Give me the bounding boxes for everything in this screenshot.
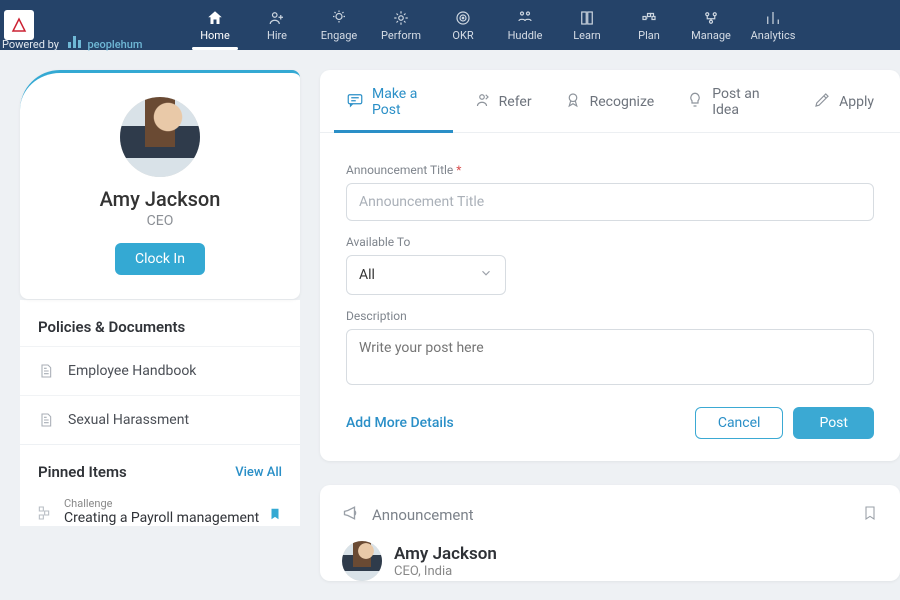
tab-recognize[interactable]: Recognize [548,70,671,132]
manage-icon [702,9,720,27]
announcement-heading: Announcement [372,506,474,524]
nav-home[interactable]: Home [184,0,246,50]
add-more-details-link[interactable]: Add More Details [346,415,454,431]
plan-icon [640,9,658,27]
tab-refer[interactable]: Refer [457,70,548,132]
policies-heading: Policies & Documents [20,300,300,346]
recognize-icon [564,91,582,113]
analytics-icon [764,9,782,27]
author-subtitle: CEO, India [394,564,497,579]
view-all-link[interactable]: View All [235,465,282,480]
top-nav: Powered by peoplehum Home Hire Engage [0,0,900,50]
apply-icon [813,91,831,113]
document-icon [38,361,54,381]
required-indicator: * [456,163,461,177]
nav-label: OKR [452,29,473,42]
nav-perform[interactable]: Perform [370,0,432,50]
powered-by: Powered by peoplehum [2,36,142,51]
tab-label: Refer [499,94,532,110]
description-textarea[interactable] [346,329,874,385]
available-label: Available To [346,235,874,249]
nav-label: Learn [573,29,601,42]
tab-label: Post an Idea [712,86,781,118]
pinned-title: Creating a Payroll management [64,510,282,526]
policy-label: Employee Handbook [68,363,196,379]
policy-label: Sexual Harassment [68,412,189,428]
announcement-title-input[interactable] [346,183,874,221]
nav-label: Analytics [751,29,796,42]
description-label: Description [346,309,874,323]
tab-label: Make a Post [372,86,441,118]
nav-items: Home Hire Engage Perform OKR [184,0,804,50]
engage-icon [330,9,348,27]
nav-huddle[interactable]: Huddle [494,0,556,50]
clock-in-button[interactable]: Clock In [115,243,205,275]
tab-label: Recognize [590,94,655,110]
nav-learn[interactable]: Learn [556,0,618,50]
peoplehum-logo-icon [68,36,81,48]
huddle-icon [516,9,534,27]
powered-by-prefix: Powered by [2,38,59,51]
author-name: Amy Jackson [394,544,497,564]
nav-label: Home [200,29,230,42]
announcement-card: Announcement Amy Jackson CEO, India [320,485,900,581]
chevron-down-icon [479,266,493,284]
bookmark-icon[interactable] [268,505,282,527]
profile-card: Amy Jackson CEO Clock In [20,70,300,299]
nav-manage[interactable]: Manage [680,0,742,50]
refer-icon [473,91,491,113]
tab-label: Apply [839,94,874,110]
post-button[interactable]: Post [793,407,874,439]
announcement-author: Amy Jackson CEO, India [342,541,878,581]
profile-role: CEO [36,213,284,229]
pinned-heading: Pinned Items [38,463,127,481]
post-tabs: Make a Post Refer Recognize Post an Idea… [320,70,900,133]
okr-icon [454,9,472,27]
pinned-type: Challenge [64,497,282,510]
post-card: Make a Post Refer Recognize Post an Idea… [320,70,900,461]
tab-make-post[interactable]: Make a Post [330,70,457,132]
post-form: Announcement Title * Available To All De… [320,133,900,461]
document-icon [38,410,54,430]
post-icon [346,91,364,113]
nav-label: Perform [381,29,421,42]
learn-icon [578,9,596,27]
nav-label: Plan [638,29,660,42]
policy-item[interactable]: Employee Handbook [20,346,300,395]
nav-plan[interactable]: Plan [618,0,680,50]
nav-okr[interactable]: OKR [432,0,494,50]
powered-by-brand: peoplehum [87,38,142,51]
megaphone-icon [342,503,362,527]
nav-engage[interactable]: Engage [308,0,370,50]
challenge-icon [36,505,52,525]
nav-analytics[interactable]: Analytics [742,0,804,50]
avatar [120,97,200,177]
tab-apply[interactable]: Apply [797,70,890,132]
select-value: All [359,267,375,283]
title-label: Announcement Title * [346,163,874,177]
nav-label: Engage [321,29,358,42]
profile-name: Amy Jackson [36,187,284,211]
author-avatar [342,541,382,581]
hire-icon [268,9,286,27]
nav-label: Huddle [508,29,543,42]
idea-icon [686,91,704,113]
perform-icon [392,9,410,27]
nav-label: Hire [267,29,287,42]
pinned-section: Pinned Items View All Challenge Creating… [20,444,300,526]
nav-label: Manage [691,29,731,42]
policy-item[interactable]: Sexual Harassment [20,395,300,444]
home-icon [206,9,224,27]
bookmark-outline-icon[interactable] [862,503,878,527]
policies-section: Policies & Documents Employee Handbook S… [20,299,300,444]
nav-hire[interactable]: Hire [246,0,308,50]
pinned-item[interactable]: Challenge Creating a Payroll management [20,491,300,526]
cancel-button[interactable]: Cancel [695,407,784,439]
available-to-select[interactable]: All [346,255,506,295]
tab-idea[interactable]: Post an Idea [670,70,797,132]
